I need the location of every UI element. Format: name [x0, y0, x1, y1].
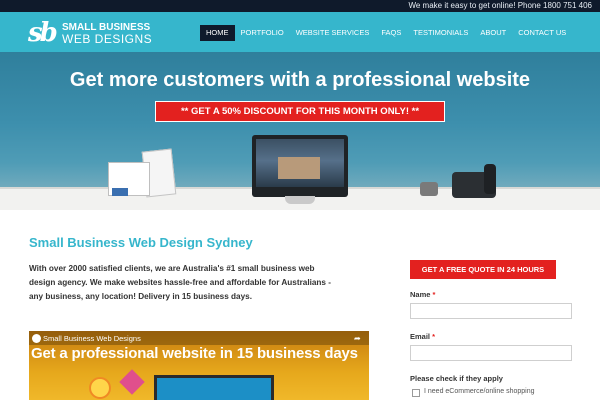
share-icon[interactable]: ➦	[354, 334, 363, 343]
laptop-graphic	[154, 375, 274, 400]
nav-item-about[interactable]: ABOUT	[474, 25, 512, 41]
bulb-graphic	[89, 377, 111, 399]
free-quote-button[interactable]: GET A FREE QUOTE IN 24 HOURS	[410, 260, 556, 279]
required-mark: *	[432, 290, 436, 299]
top-bar-text: We make it easy to get online! Phone 180…	[408, 1, 592, 10]
video-player[interactable]: Small Business Web Designs ➦ Get a profe…	[29, 331, 369, 400]
hero-banner: Get more customers with a professional w…	[0, 52, 600, 210]
nav-item-home[interactable]: HOME	[200, 25, 235, 41]
channel-avatar-icon	[32, 334, 41, 343]
logo-mark: sb	[28, 18, 58, 48]
house-photo	[278, 157, 320, 179]
page: We make it easy to get online! Phone 180…	[0, 0, 600, 400]
nav-item-portfolio[interactable]: PORTFOLIO	[235, 25, 290, 41]
main-nav: HOME PORTFOLIO WEBSITE SERVICES FAQS TES…	[200, 25, 572, 41]
email-field[interactable]	[410, 345, 572, 361]
intro-line: any business, any location! Delivery in …	[29, 292, 252, 301]
discount-promo-button[interactable]: ** GET A 50% DISCOUNT FOR THIS MONTH ONL…	[155, 101, 445, 122]
nav-item-website-services[interactable]: WEBSITE SERVICES	[290, 25, 376, 41]
site-logo[interactable]: sb SMALL BUSINESS WEB DESIGNS	[28, 19, 188, 47]
monitor-screen	[256, 139, 344, 187]
intro-line: With over 2000 satisfied clients, we are…	[29, 264, 315, 273]
video-channel-name: Small Business Web Designs	[43, 334, 141, 343]
desktop-monitor-image	[252, 135, 348, 197]
email-label: Email *	[410, 332, 436, 341]
required-mark: *	[432, 332, 436, 341]
phone-handset-image	[484, 164, 496, 194]
nav-item-faqs[interactable]: FAQS	[375, 25, 407, 41]
name-label: Name *	[410, 290, 436, 299]
intro-text: With over 2000 satisfied clients, we are…	[29, 262, 399, 304]
nav-item-testimonials[interactable]: TESTIMONIALS	[407, 25, 474, 41]
logo-line-2: WEB DESIGNS	[62, 32, 153, 46]
ecommerce-checkbox[interactable]	[412, 389, 420, 397]
video-headline: Get a professional website in 15 busines…	[31, 345, 358, 362]
intro-line: design agency. We make websites hassle-f…	[29, 278, 331, 287]
ecommerce-checkbox-label: I need eCommerce/online shopping	[424, 388, 535, 395]
top-bar: We make it easy to get online! Phone 180…	[0, 0, 600, 12]
usb-drive-image	[112, 188, 128, 196]
monitor-stand	[285, 196, 315, 204]
name-field[interactable]	[410, 303, 572, 319]
section-heading: Small Business Web Design Sydney	[29, 235, 253, 250]
gem-graphic	[119, 369, 145, 395]
nav-item-contact-us[interactable]: CONTACT US	[512, 25, 572, 41]
hero-title: Get more customers with a professional w…	[69, 69, 531, 91]
desk-ornament-image	[420, 182, 438, 196]
site-header: sb SMALL BUSINESS WEB DESIGNS HOME PORTF…	[0, 12, 600, 52]
checkbox-group-label: Please check if they apply	[410, 374, 503, 383]
